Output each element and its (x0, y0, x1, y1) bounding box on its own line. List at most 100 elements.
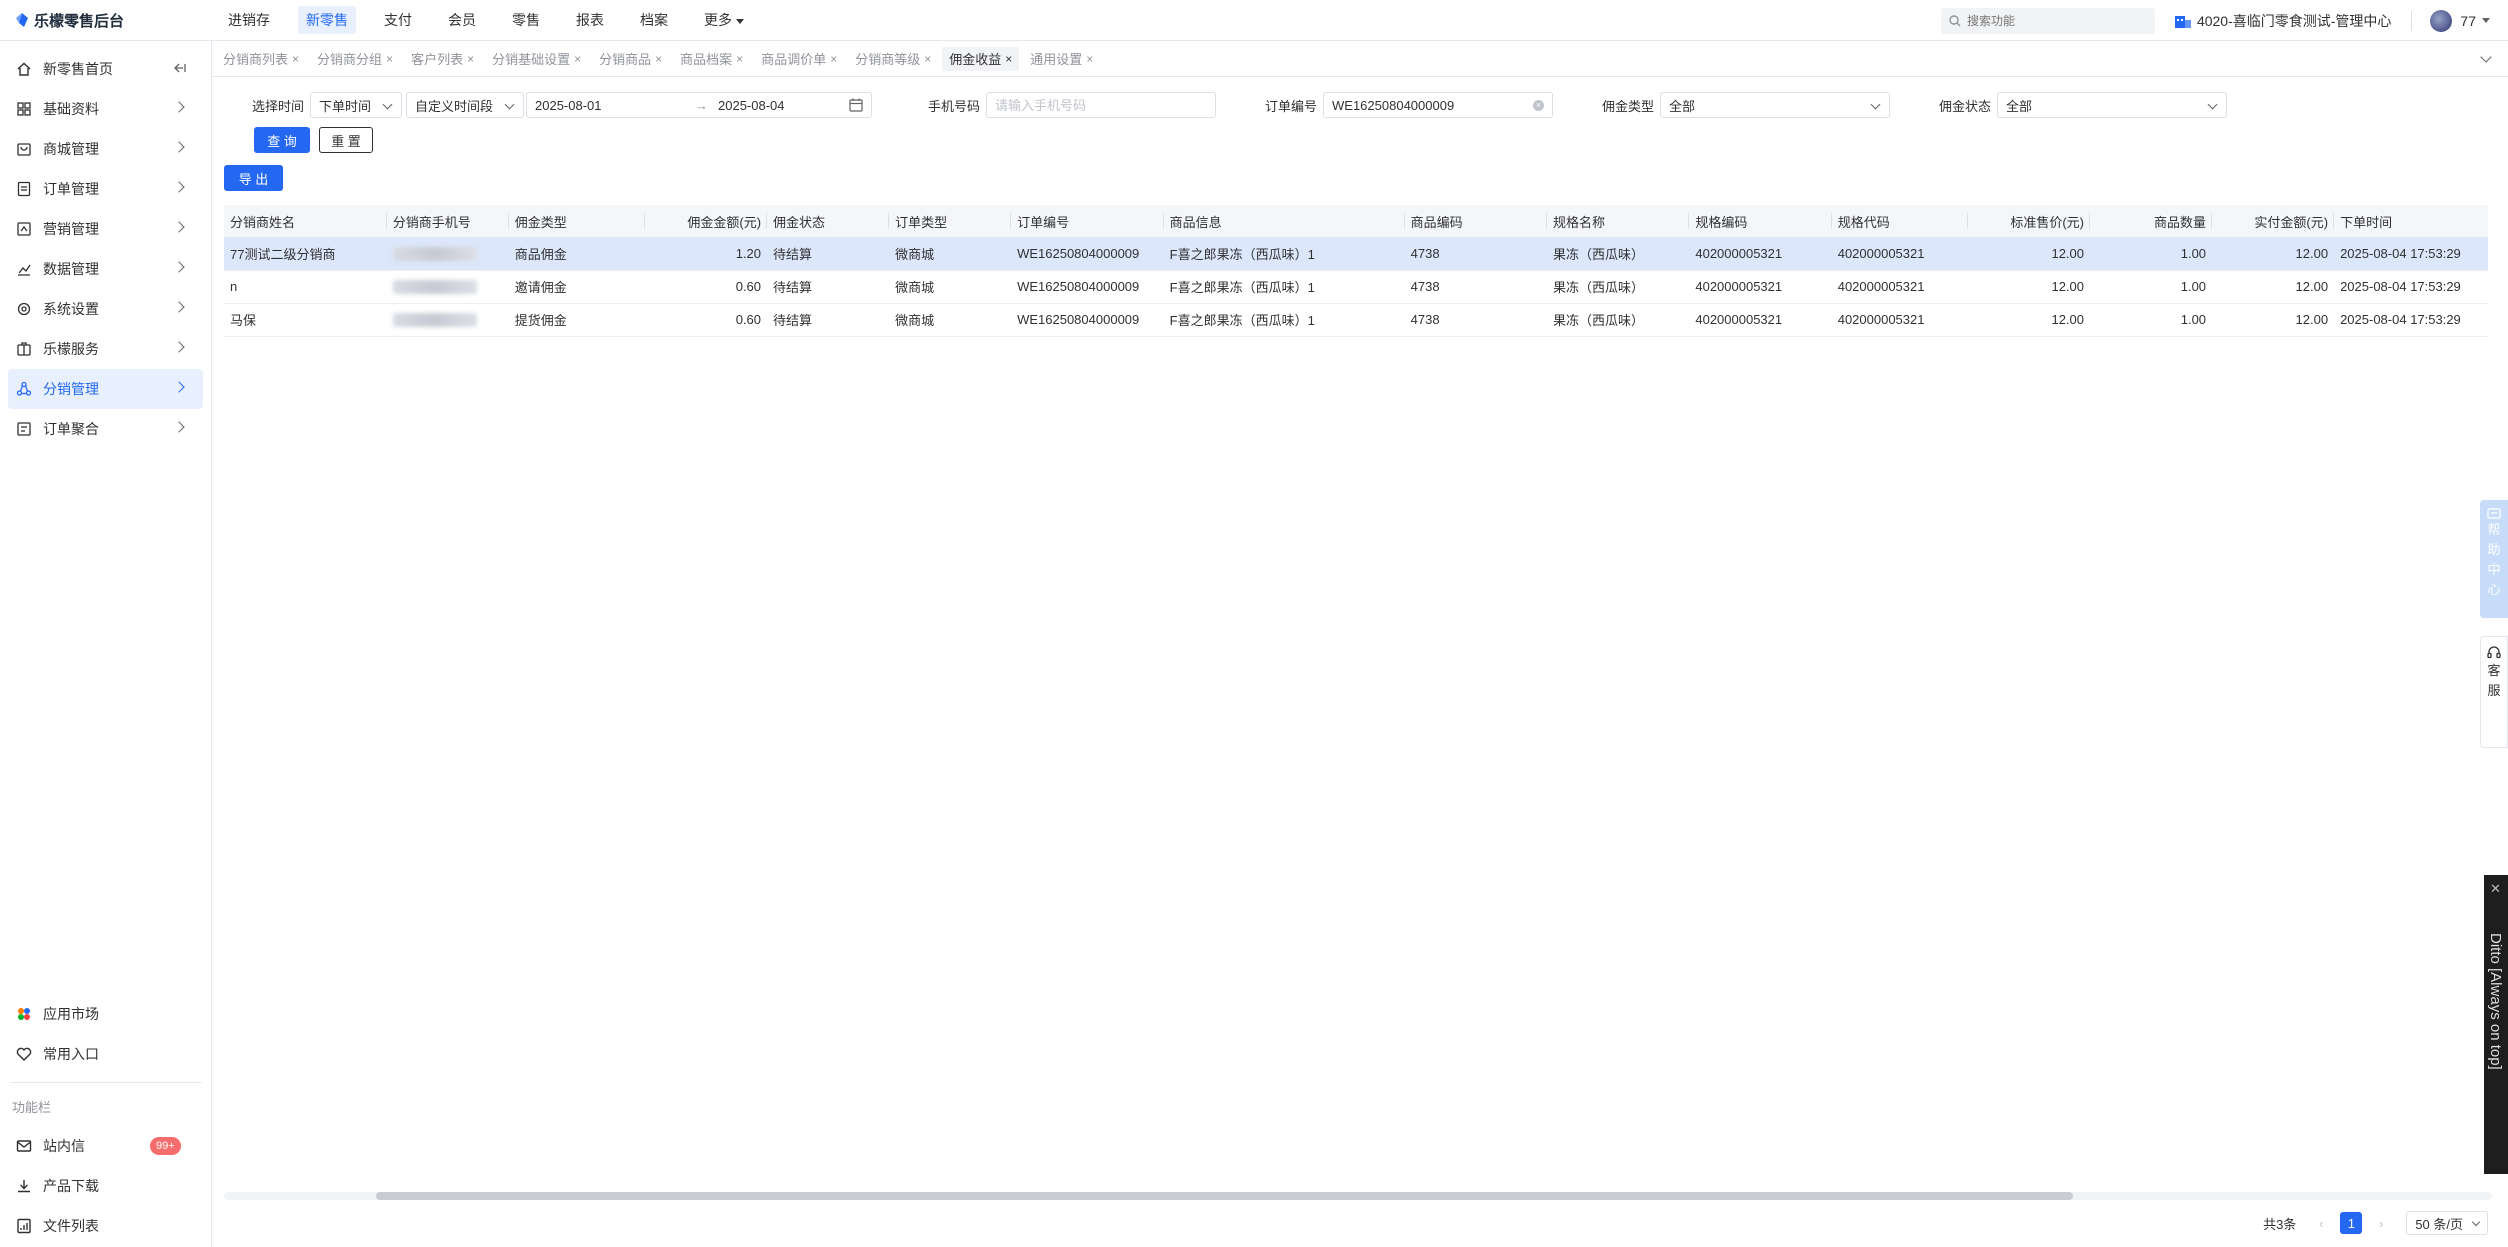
close-icon[interactable]: × (736, 52, 743, 66)
column-header[interactable]: 标准售价(元) (1967, 205, 2091, 237)
next-page-button[interactable]: › (2370, 1212, 2392, 1234)
tab-item[interactable]: 商品调价单 × (754, 47, 844, 71)
column-header[interactable]: 分销商手机号 (386, 205, 509, 237)
topnav-item[interactable]: 会员 (440, 6, 484, 34)
sidebar-item[interactable]: 新零售首页 (0, 49, 211, 89)
close-icon[interactable]: × (1005, 52, 1012, 66)
avatar[interactable] (2430, 9, 2453, 32)
phone-input[interactable] (995, 97, 1208, 113)
sidebar-item[interactable]: 分销管理 (8, 369, 203, 409)
topnav-item[interactable]: 零售 (504, 6, 548, 34)
time-type-select[interactable]: 下单时间 (310, 92, 403, 118)
export-button[interactable]: 导 出 (224, 165, 283, 191)
sidebar-item-common-entry[interactable]: 常用入口 (0, 1034, 212, 1074)
topnav-item[interactable]: 报表 (568, 6, 612, 34)
divider (2411, 10, 2413, 31)
date-range-picker[interactable]: 2025-08-01 → 2025-08-04 (526, 92, 873, 118)
query-button[interactable]: 查 询 (254, 127, 310, 153)
ditto-overlay-window[interactable]: ✕ Ditto [Always on top] (2484, 875, 2508, 1174)
close-icon[interactable]: × (1086, 52, 1093, 66)
sidebar-item[interactable]: 基础资料 (0, 89, 211, 129)
sidebar-item[interactable]: 订单聚合 (0, 409, 211, 449)
column-header[interactable]: 佣金状态 (767, 205, 890, 237)
close-icon[interactable]: × (574, 52, 581, 66)
order-no-field[interactable]: WE16250804000009 × (1323, 92, 1554, 118)
sidebar-item[interactable]: 系统设置 (0, 289, 211, 329)
column-header[interactable]: 下单时间 (2334, 205, 2488, 237)
sidebar-item-files[interactable]: 文件列表 (0, 1206, 212, 1246)
commission-status-select[interactable]: 全部 (1997, 92, 2228, 118)
chevron-down-icon[interactable] (2482, 18, 2490, 23)
page-number[interactable]: 1 (2340, 1212, 2363, 1234)
column-header[interactable]: 商品编码 (1404, 205, 1547, 237)
table-row[interactable]: n 邀请佣金 0.60 待结算 微商城 WE16250804000009 F喜之郎果冻（西瓜… (224, 270, 2488, 304)
sidebar-item[interactable]: 营销管理 (0, 209, 211, 249)
tab-item[interactable]: 分销基础设置 × (485, 47, 588, 71)
search-input[interactable] (1966, 13, 2147, 28)
commission-type-select[interactable]: 全部 (1660, 92, 1891, 118)
page-size-select[interactable]: 50 条/页 (2406, 1211, 2488, 1235)
close-icon[interactable]: ✕ (2490, 881, 2501, 897)
clear-icon[interactable]: × (1533, 100, 1545, 111)
sidebar-item-inbox[interactable]: 站内信 99+ (0, 1126, 212, 1166)
table-row[interactable]: 77测试二级分销商 商品佣金 1.20 待结算 微商城 WE16250804000009 F… (224, 237, 2488, 271)
column-header-label: 规格代码 (1837, 214, 1890, 230)
sidebar-item-download[interactable]: 产品下载 (0, 1166, 212, 1206)
phone-field[interactable] (986, 92, 1217, 118)
customer-service-button[interactable]: 客服 (2480, 636, 2508, 748)
brand[interactable]: 乐檬零售后台 (0, 10, 200, 31)
column-header[interactable]: 佣金金额(元) (645, 205, 768, 237)
column-header[interactable]: 订单类型 (889, 205, 1012, 237)
column-header[interactable]: 规格编码 (1689, 205, 1832, 237)
date-start[interactable]: 2025-08-01 (535, 98, 685, 113)
date-end[interactable]: 2025-08-04 (718, 98, 858, 113)
table-row[interactable]: 马保 提货佣金 0.60 待结算 微商城 WE16250804000009 F喜之郎果冻（西… (224, 303, 2488, 337)
sidebar-item-app-market[interactable]: 应用市场 (0, 994, 212, 1034)
close-icon[interactable]: × (292, 52, 299, 66)
prev-page-button[interactable]: ‹ (2310, 1212, 2332, 1234)
tab-item[interactable]: 分销商列表 × (216, 47, 306, 71)
sidebar-item[interactable]: 商城管理 (0, 129, 211, 169)
close-icon[interactable]: × (655, 52, 662, 66)
tab-item[interactable]: 佣金收益 × (942, 46, 1020, 71)
close-icon[interactable]: × (467, 52, 474, 66)
topnav-item[interactable]: 更多 (696, 6, 752, 34)
table-cell: 待结算 (767, 303, 890, 337)
help-center-button[interactable]: 帮助中心 (2480, 500, 2508, 618)
topnav-item[interactable]: 进销存 (220, 6, 278, 34)
tab-item[interactable]: 通用设置 × (1023, 47, 1100, 71)
user-name[interactable]: 77 (2460, 13, 2476, 29)
close-icon[interactable]: × (830, 52, 837, 66)
topnav-item[interactable]: 新零售 (298, 6, 356, 34)
topnav-item[interactable]: 支付 (376, 6, 420, 34)
horizontal-scrollbar[interactable] (224, 1192, 2492, 1200)
collapse-sidebar-icon[interactable] (173, 61, 187, 78)
column-header[interactable]: 实付金额(元) (2212, 205, 2335, 237)
tab-item[interactable]: 客户列表 × (404, 47, 481, 71)
column-header[interactable]: 佣金类型 (508, 205, 645, 237)
store-switcher[interactable]: 4020-喜临门零食测试-管理中心 (2174, 11, 2391, 31)
sidebar-item[interactable]: 数据管理 (0, 249, 211, 289)
order-no-value[interactable]: WE16250804000009 (1332, 98, 1454, 113)
topnav-item[interactable]: 档案 (632, 6, 676, 34)
column-header[interactable]: 商品信息 (1163, 205, 1405, 237)
tab-item[interactable]: 分销商分组 × (310, 47, 400, 71)
sidebar-item[interactable]: 乐檬服务 (0, 329, 211, 369)
tab-item[interactable]: 分销商等级 × (848, 47, 938, 71)
time-range-select[interactable]: 自定义时间段 (406, 92, 525, 118)
sidebar-item[interactable]: 订单管理 (0, 169, 211, 209)
column-header[interactable]: 商品数量 (2090, 205, 2213, 237)
scrollbar-thumb[interactable] (376, 1192, 2073, 1200)
column-header[interactable]: 规格代码 (1831, 205, 1968, 237)
chevron-down-icon[interactable] (2480, 51, 2492, 63)
column-header[interactable]: 分销商姓名 (224, 205, 387, 237)
close-icon[interactable]: × (386, 52, 393, 66)
column-header[interactable]: 订单编号 (1011, 205, 1164, 237)
global-search[interactable] (1940, 7, 2155, 34)
tab-item[interactable]: 分销商品 × (592, 47, 669, 71)
help-char: 帮 (2487, 522, 2501, 537)
tab-item[interactable]: 商品档案 × (673, 47, 750, 71)
column-header[interactable]: 规格名称 (1547, 205, 1690, 237)
reset-button[interactable]: 重 置 (319, 127, 373, 153)
close-icon[interactable]: × (924, 52, 931, 66)
